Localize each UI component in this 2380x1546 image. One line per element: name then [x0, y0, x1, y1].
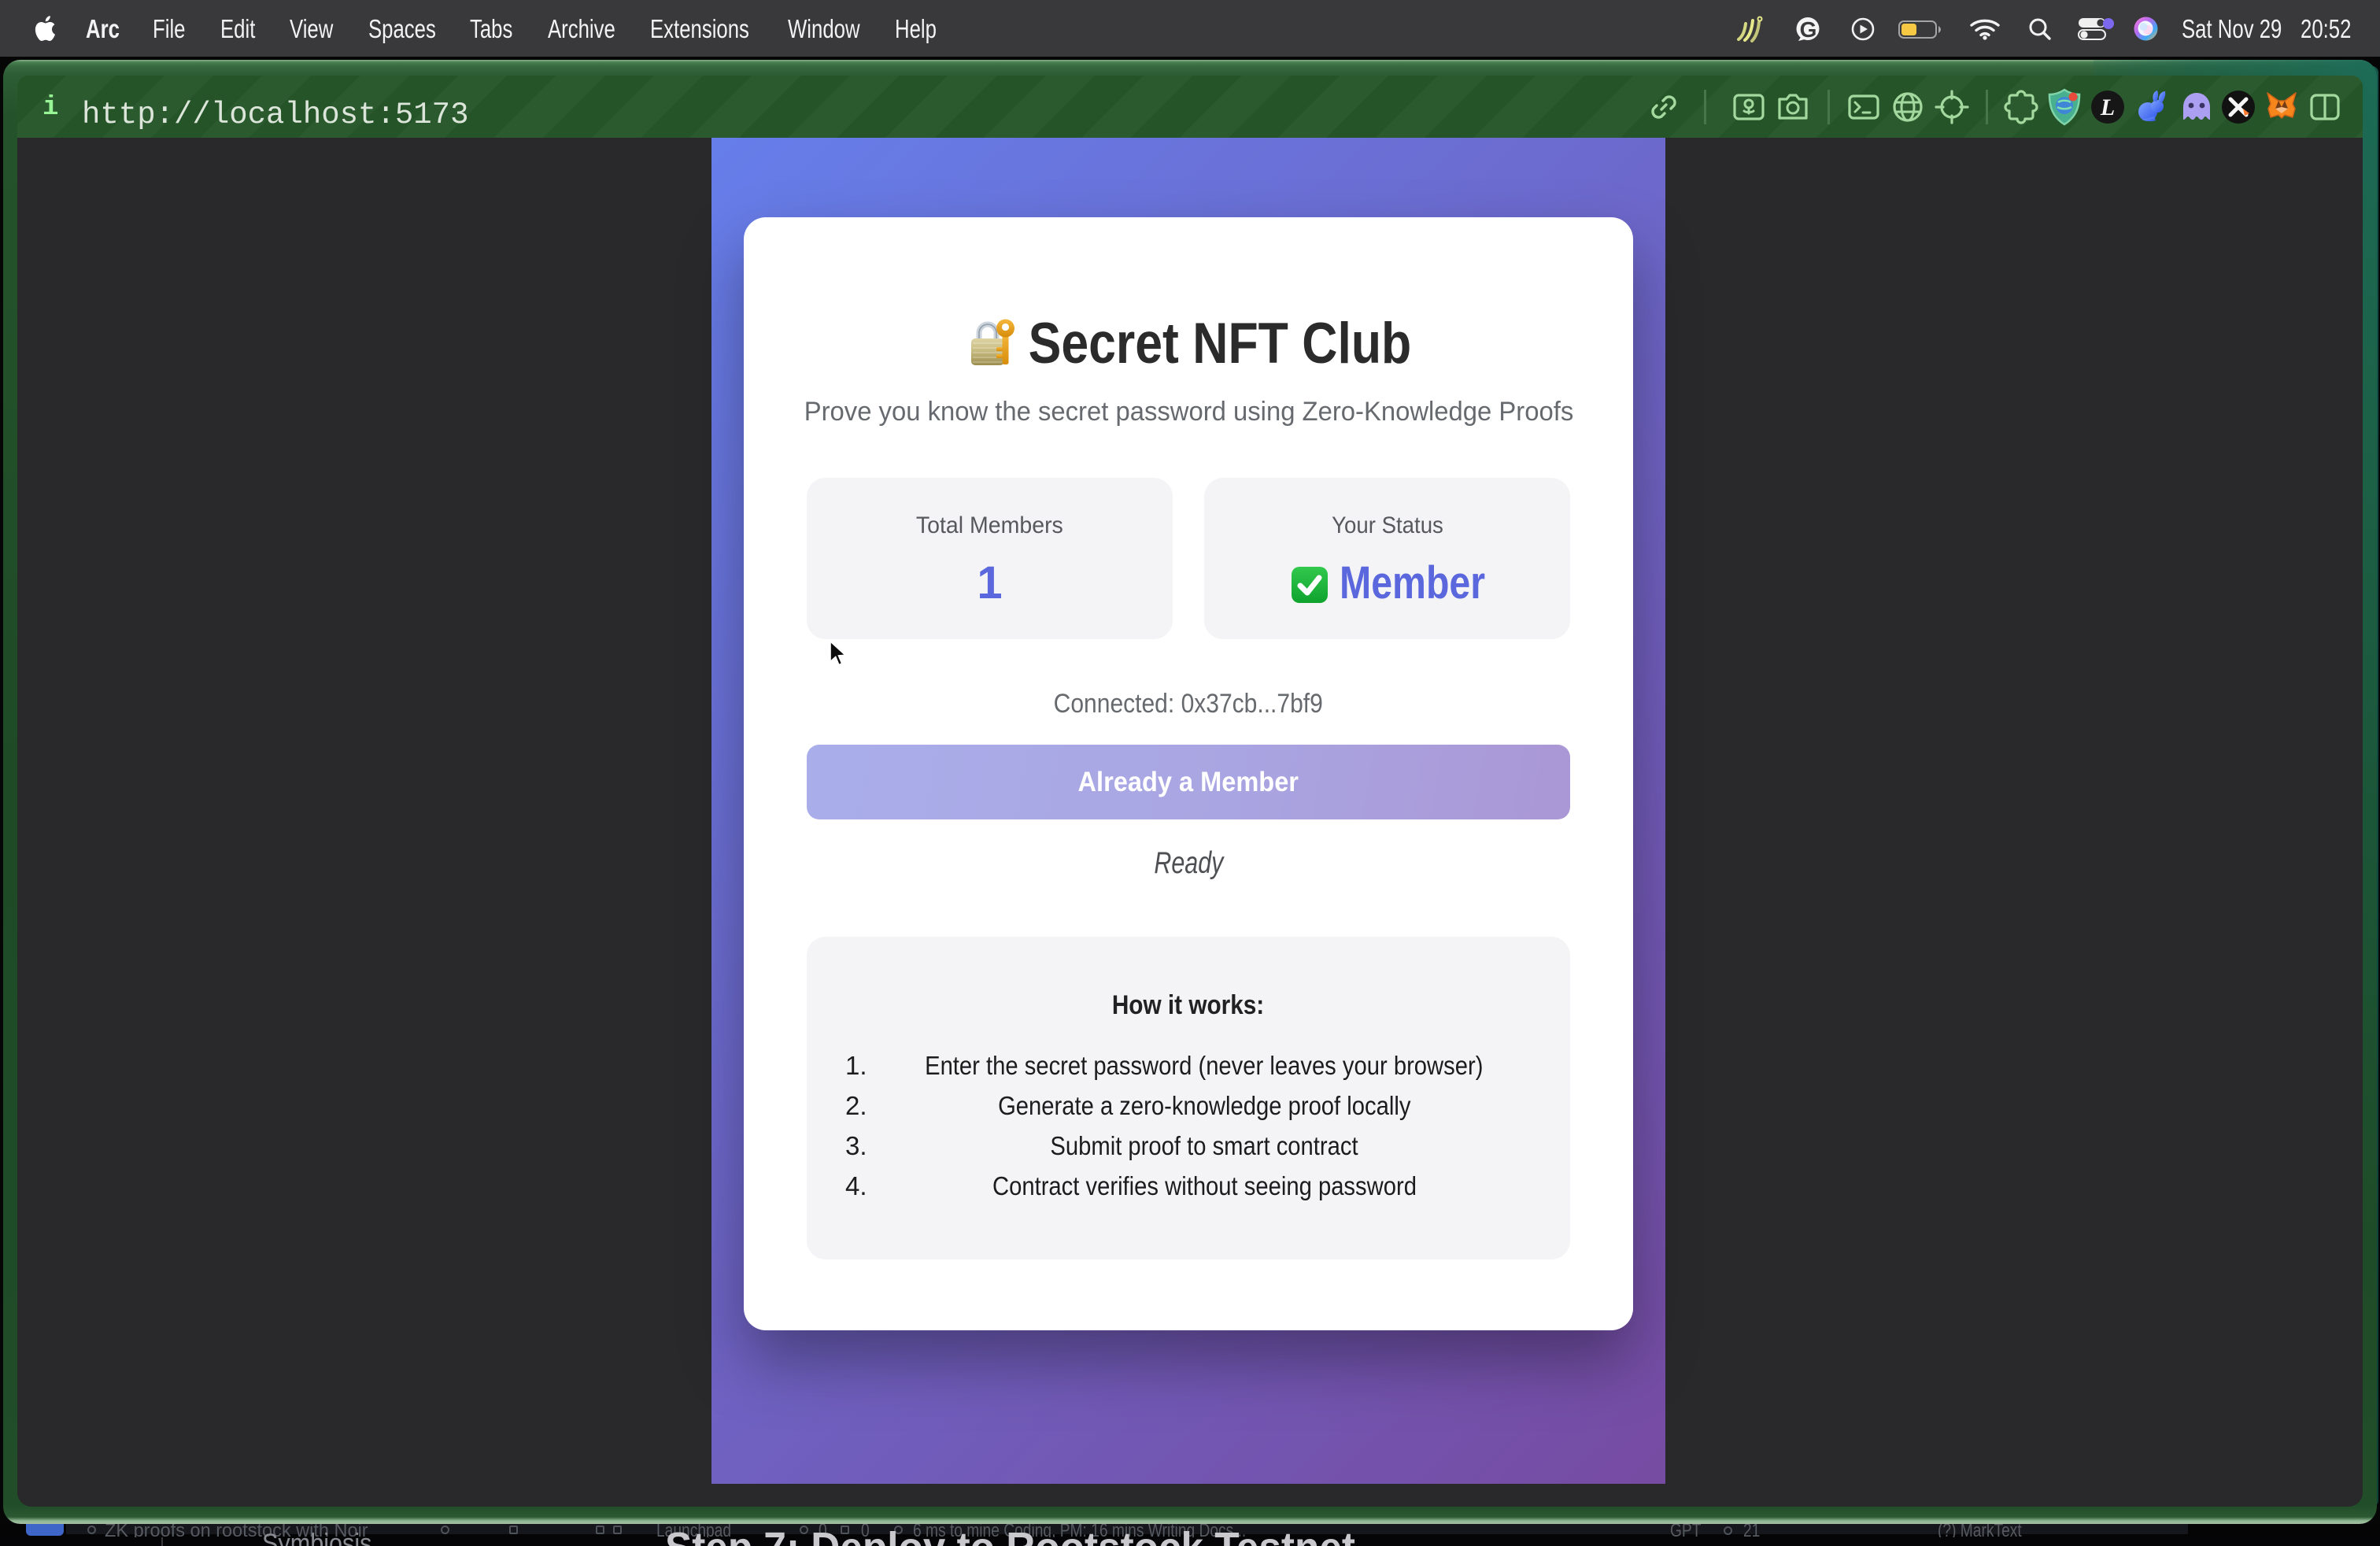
- svg-text:G: G: [1800, 17, 1817, 42]
- svg-text:L: L: [2100, 94, 2115, 120]
